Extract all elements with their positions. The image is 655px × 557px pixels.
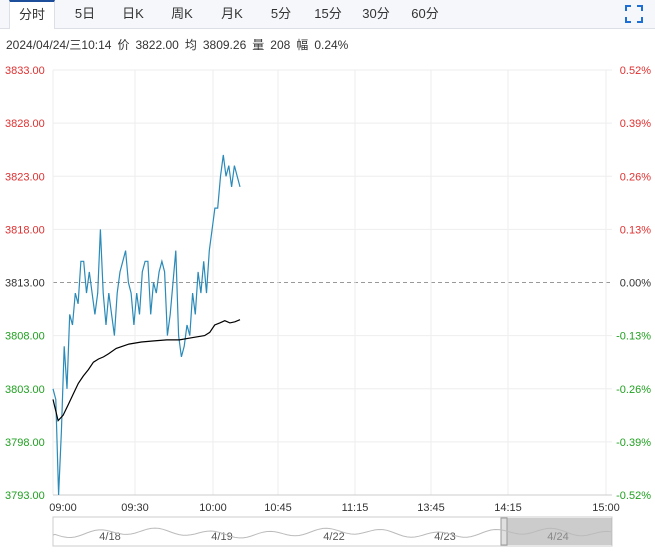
- pct-tick-label: -0.52%: [616, 490, 651, 502]
- y-tick-label: 3808.00: [5, 331, 45, 343]
- y-tick-label: 3793.00: [5, 490, 45, 502]
- change-value: 0.24%: [314, 38, 349, 52]
- y-tick-label: 3833.00: [5, 65, 45, 77]
- x-tick-label: 10:00: [199, 502, 227, 514]
- fullscreen-icon[interactable]: [625, 5, 643, 23]
- avg-value: 3809.26: [202, 38, 247, 52]
- x-tick-label: 10:45: [264, 502, 292, 514]
- volume-label: 量: [252, 38, 265, 52]
- x-tick-label: 09:30: [121, 502, 149, 514]
- avg-label: 均: [184, 38, 197, 52]
- quote-datetime: 2024/04/24/三10:14: [6, 38, 112, 52]
- tab-monthly-k[interactable]: 月K: [212, 0, 252, 28]
- y-tick-label: 3823.00: [5, 171, 45, 183]
- intraday-chart: 3833.00 0.52% 3828.00 0.39% 3823.00 0.26% 3818…: [5, 65, 651, 547]
- tab-intraday[interactable]: 分时: [9, 0, 55, 29]
- navigator-handle: [500, 517, 508, 546]
- navigator-selection: [505, 518, 612, 545]
- navigator-date-label: 4/24: [547, 531, 568, 543]
- x-tick-label: 15:00: [592, 502, 620, 514]
- tab-5-day[interactable]: 5日: [67, 0, 103, 28]
- price-line: [52, 154, 241, 496]
- navigator-date-label: 4/19: [211, 531, 232, 543]
- y-tick-label: 3828.00: [5, 118, 45, 130]
- time-navigator: 4/18 4/19 4/22 4/23 4/24: [52, 516, 613, 547]
- pct-tick-label: 0.26%: [620, 171, 651, 183]
- pct-tick-label: -0.13%: [616, 331, 651, 343]
- navigator-date-label: 4/23: [434, 531, 455, 543]
- price-label: 价: [117, 38, 130, 52]
- tab-15-min[interactable]: 15分: [308, 0, 348, 28]
- y-tick-label: 3803.00: [5, 384, 45, 396]
- tab-daily-k[interactable]: 日K: [113, 0, 153, 28]
- x-tick-label: 14:15: [494, 502, 522, 514]
- y-tick-label: 3798.00: [5, 437, 45, 449]
- x-tick-label: 11:15: [342, 502, 369, 514]
- average-line: [52, 319, 241, 422]
- tab-30-min[interactable]: 30分: [356, 0, 396, 28]
- pct-tick-label: -0.26%: [616, 384, 651, 396]
- tab-weekly-k[interactable]: 周K: [162, 0, 202, 28]
- x-tick-label: 09:00: [49, 502, 77, 514]
- pct-tick-label: -0.39%: [616, 437, 651, 449]
- navigator-trace: [52, 527, 612, 539]
- price-value: 3822.00: [135, 38, 179, 52]
- tab-60-min[interactable]: 60分: [405, 0, 445, 28]
- volume-value: 208: [270, 38, 291, 52]
- y-tick-label: 3818.00: [5, 224, 45, 236]
- tab-5-min[interactable]: 5分: [263, 0, 299, 28]
- pct-tick-label: 0.00%: [620, 278, 651, 290]
- pct-tick-label: 0.52%: [620, 65, 651, 77]
- pct-tick-label: 0.39%: [620, 118, 651, 130]
- x-tick-label: 13:45: [417, 502, 445, 514]
- navigator-date-label: 4/22: [323, 531, 344, 543]
- period-tab-bar: 分时 5日 日K 周K 月K 5分 15分 30分 60分: [0, 0, 655, 29]
- navigator-frame: [52, 516, 613, 547]
- change-label: 幅: [296, 38, 309, 52]
- y-tick-label: 3813.00: [5, 278, 45, 290]
- quote-info-bar: 2024/04/24/三10:14 价 3822.00 均 3809.26 量 208 幅 0.…: [6, 36, 354, 53]
- navigator-date-label: 4/18: [99, 531, 120, 543]
- pct-tick-label: 0.13%: [620, 224, 651, 236]
